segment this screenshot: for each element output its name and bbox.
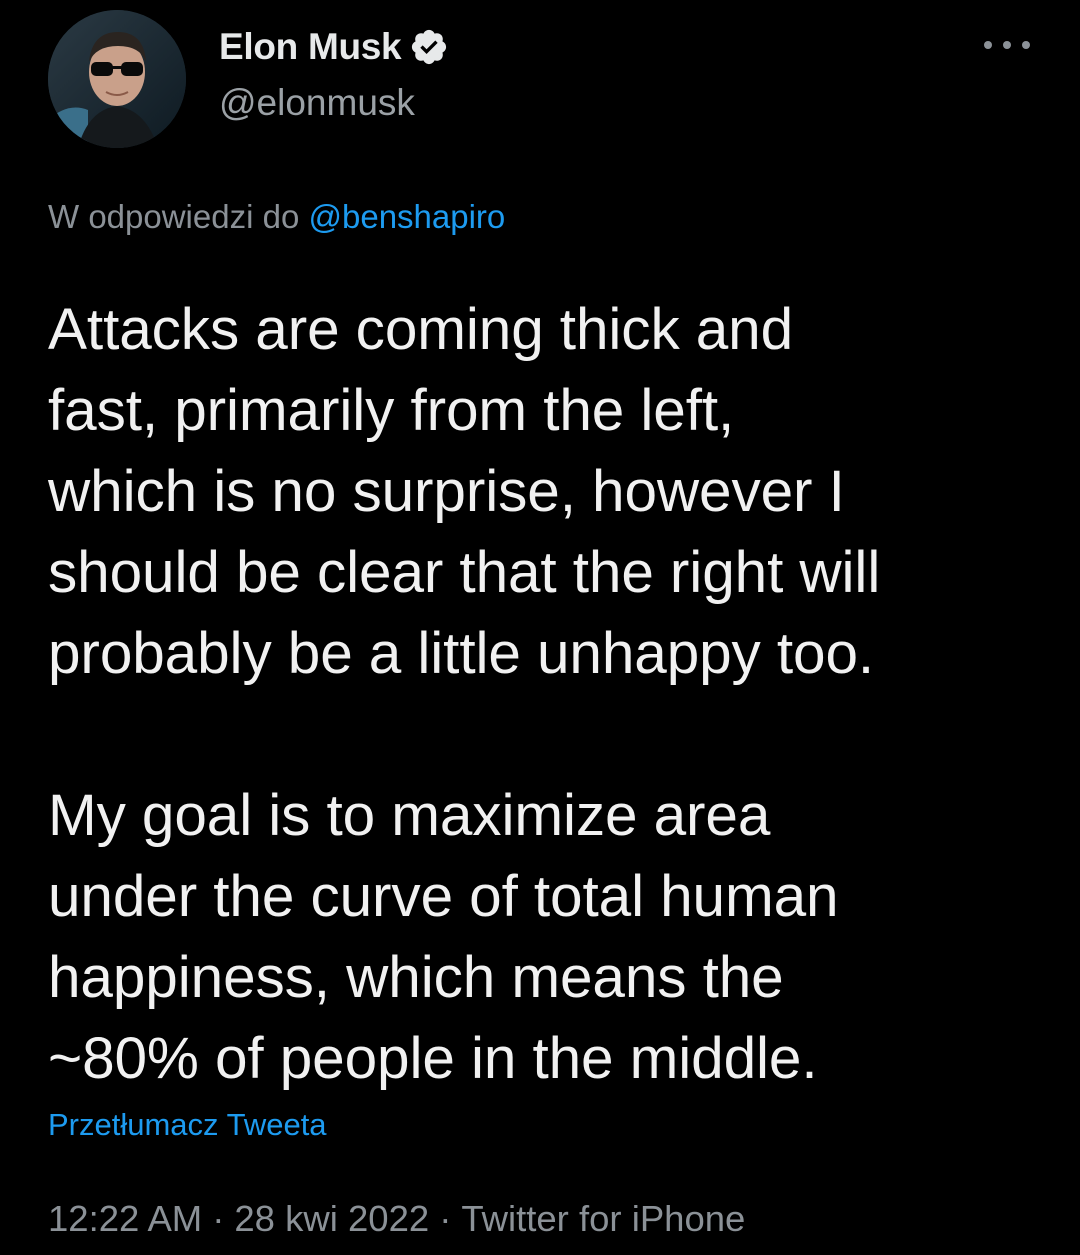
tweet-metadata: 12:22 AM · 28 kwi 2022 · Twitter for iPhone bbox=[48, 1198, 745, 1240]
author-display-name[interactable]: Elon Musk bbox=[219, 26, 402, 68]
reply-context: W odpowiedzi do @benshapiro bbox=[48, 198, 505, 236]
tweet-detail: Elon Musk @elonmusk W odpowiedzi do @ben… bbox=[0, 0, 1080, 1255]
translate-tweet-link[interactable]: Przetłumacz Tweeta bbox=[48, 1107, 327, 1143]
meta-separator: · bbox=[212, 1198, 225, 1239]
avatar[interactable] bbox=[48, 10, 186, 148]
avatar-image bbox=[48, 10, 186, 148]
more-options-icon[interactable] bbox=[984, 30, 1030, 60]
tweet-date[interactable]: 28 kwi 2022 bbox=[234, 1198, 429, 1239]
tweet-time[interactable]: 12:22 AM bbox=[48, 1198, 202, 1239]
verified-badge-icon bbox=[409, 27, 449, 67]
more-dot bbox=[1003, 41, 1011, 49]
more-dot bbox=[984, 41, 992, 49]
reply-mention-link[interactable]: @benshapiro bbox=[308, 198, 505, 235]
more-dot bbox=[1022, 41, 1030, 49]
meta-separator: · bbox=[439, 1198, 452, 1239]
tweet-source[interactable]: Twitter for iPhone bbox=[461, 1198, 745, 1239]
tweet-text: Attacks are coming thick and fast, prima… bbox=[48, 297, 881, 1091]
reply-prefix: W odpowiedzi do bbox=[48, 198, 309, 235]
author-name-row[interactable]: Elon Musk bbox=[219, 24, 449, 70]
author-handle[interactable]: @elonmusk bbox=[219, 82, 415, 124]
